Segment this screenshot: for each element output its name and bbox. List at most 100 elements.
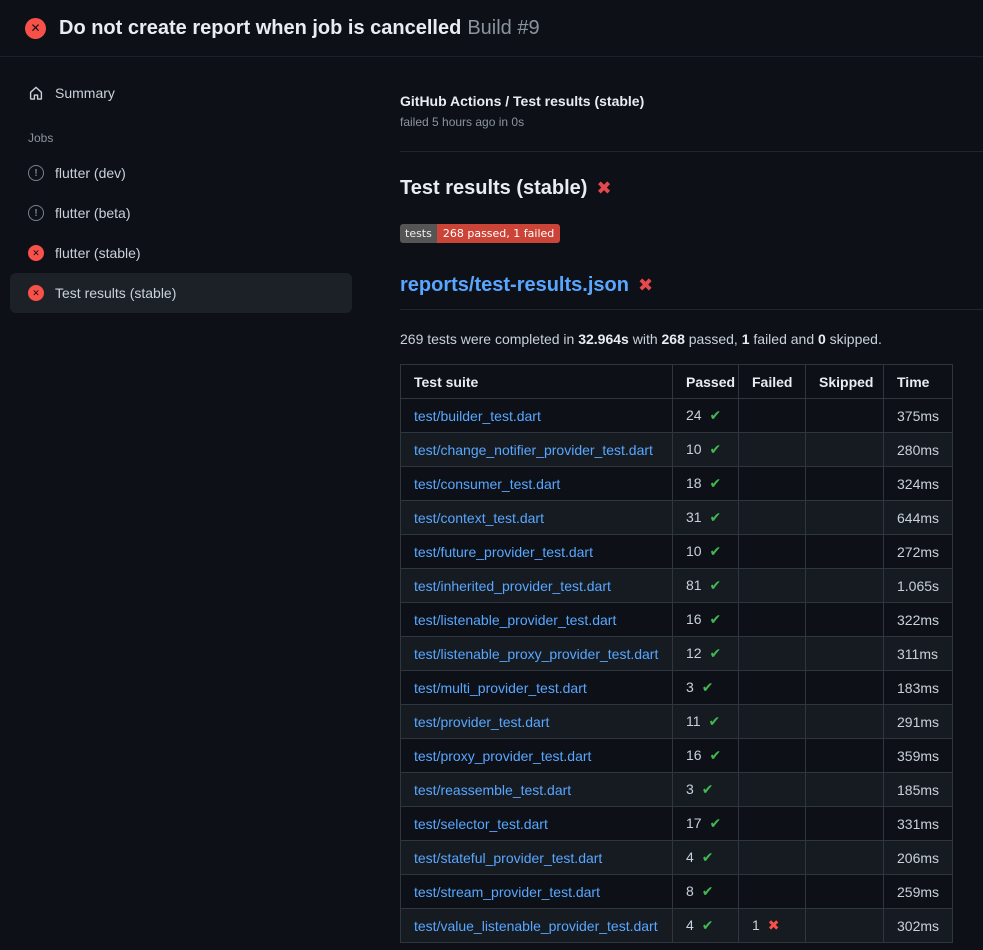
test-suite-link[interactable]: test/change_notifier_provider_test.dart [414, 442, 653, 458]
check-icon: ✔ [709, 407, 721, 423]
test-suite-link[interactable]: test/stream_provider_test.dart [414, 884, 600, 900]
col-header-failed: Failed [739, 365, 806, 399]
time-cell: 272ms [884, 535, 953, 569]
summary-text: with [629, 331, 662, 347]
sidebar-item-test-results-stable[interactable]: ✕ Test results (stable) [10, 273, 352, 313]
failed-cell [739, 603, 806, 637]
tests-badge: tests 268 passed, 1 failed [400, 224, 560, 243]
col-header-time: Time [884, 365, 953, 399]
time-cell: 644ms [884, 501, 953, 535]
suite-cell: test/future_provider_test.dart [401, 535, 673, 569]
passed-cell: 8 ✔ [673, 875, 739, 909]
time-cell: 375ms [884, 399, 953, 433]
sidebar-item-summary[interactable]: Summary [10, 73, 352, 113]
cross-icon: ✖ [768, 917, 780, 933]
suite-cell: test/inherited_provider_test.dart [401, 569, 673, 603]
table-row: test/listenable_proxy_provider_test.dart… [401, 637, 953, 671]
check-icon: ✔ [702, 917, 714, 933]
test-suite-link[interactable]: test/listenable_provider_test.dart [414, 612, 616, 628]
test-suite-link[interactable]: test/builder_test.dart [414, 408, 541, 424]
check-run-header: ✕ Do not create report when job is cance… [0, 0, 983, 57]
time-cell: 291ms [884, 705, 953, 739]
test-suite-link[interactable]: test/stateful_provider_test.dart [414, 850, 602, 866]
suite-cell: test/builder_test.dart [401, 399, 673, 433]
failed-cell [739, 467, 806, 501]
skipped-cell [806, 501, 884, 535]
skipped-cell [806, 637, 884, 671]
skipped-cell [806, 875, 884, 909]
sidebar-item-flutter-stable[interactable]: ✕ flutter (stable) [10, 233, 352, 273]
table-row: test/multi_provider_test.dart3 ✔183ms [401, 671, 953, 705]
test-suite-link[interactable]: test/proxy_provider_test.dart [414, 748, 591, 764]
skipped-cell [806, 467, 884, 501]
check-run-title: Do not create report when job is cancell… [59, 17, 461, 39]
test-suite-link[interactable]: test/context_test.dart [414, 510, 544, 526]
time-cell: 311ms [884, 637, 953, 671]
passed-cell: 4 ✔ [673, 841, 739, 875]
page-title: Do not create report when job is cancell… [59, 17, 540, 40]
table-row: test/stateful_provider_test.dart4 ✔206ms [401, 841, 953, 875]
summary-text: 269 tests were completed in [400, 331, 578, 347]
failed-cell [739, 399, 806, 433]
jobs-list: ! flutter (dev) ! flutter (beta) ✕ flutt… [0, 153, 400, 313]
skipped-cell [806, 909, 884, 943]
summary-skipped-count: 0 [818, 331, 826, 347]
skipped-cell [806, 671, 884, 705]
neutral-status-icon: ! [28, 205, 44, 221]
time-cell: 1.065s [884, 569, 953, 603]
failed-cell [739, 705, 806, 739]
passed-cell: 10 ✔ [673, 535, 739, 569]
skipped-cell [806, 773, 884, 807]
passed-cell: 4 ✔ [673, 909, 739, 943]
failed-cell [739, 739, 806, 773]
suite-cell: test/change_notifier_provider_test.dart [401, 433, 673, 467]
test-suite-link[interactable]: test/inherited_provider_test.dart [414, 578, 611, 594]
test-suite-link[interactable]: test/selector_test.dart [414, 816, 548, 832]
skipped-cell [806, 603, 884, 637]
test-suite-link[interactable]: test/provider_test.dart [414, 714, 549, 730]
section-title-text: Test results (stable) [400, 177, 587, 200]
sidebar-item-label: Test results (stable) [55, 285, 176, 301]
test-results-table: Test suite Passed Failed Skipped Time te… [400, 364, 953, 943]
check-icon: ✔ [709, 747, 721, 763]
section-title: Test results (stable) ✖ [400, 177, 983, 200]
test-suite-link[interactable]: test/multi_provider_test.dart [414, 680, 587, 696]
time-cell: 322ms [884, 603, 953, 637]
home-icon [28, 85, 44, 101]
time-cell: 359ms [884, 739, 953, 773]
suite-cell: test/selector_test.dart [401, 807, 673, 841]
test-suite-link[interactable]: test/value_listenable_provider_test.dart [414, 918, 658, 934]
suite-cell: test/stream_provider_test.dart [401, 875, 673, 909]
failed-cell [739, 501, 806, 535]
sidebar-item-flutter-beta[interactable]: ! flutter (beta) [10, 193, 352, 233]
failed-status-icon: ✕ [28, 285, 44, 301]
col-header-skipped: Skipped [806, 365, 884, 399]
check-icon: ✔ [709, 645, 721, 661]
col-header-passed: Passed [673, 365, 739, 399]
test-suite-link[interactable]: test/reassemble_test.dart [414, 782, 571, 798]
summary-text: failed and [750, 331, 819, 347]
table-row: test/value_listenable_provider_test.dart… [401, 909, 953, 943]
test-suite-link[interactable]: test/future_provider_test.dart [414, 544, 593, 560]
failed-cell [739, 671, 806, 705]
failed-cell [739, 807, 806, 841]
test-suite-link[interactable]: test/consumer_test.dart [414, 476, 560, 492]
passed-cell: 81 ✔ [673, 569, 739, 603]
suite-cell: test/stateful_provider_test.dart [401, 841, 673, 875]
failed-cell [739, 875, 806, 909]
suite-cell: test/consumer_test.dart [401, 467, 673, 501]
suite-cell: test/listenable_provider_test.dart [401, 603, 673, 637]
sidebar-item-flutter-dev[interactable]: ! flutter (dev) [10, 153, 352, 193]
passed-cell: 3 ✔ [673, 671, 739, 705]
badge-value: 268 passed, 1 failed [437, 224, 560, 243]
check-icon: ✔ [709, 543, 721, 559]
passed-cell: 24 ✔ [673, 399, 739, 433]
table-row: test/proxy_provider_test.dart16 ✔359ms [401, 739, 953, 773]
suite-cell: test/value_listenable_provider_test.dart [401, 909, 673, 943]
test-suite-link[interactable]: test/listenable_proxy_provider_test.dart [414, 646, 658, 662]
report-file-link[interactable]: reports/test-results.json [400, 274, 629, 297]
skipped-cell [806, 569, 884, 603]
time-cell: 280ms [884, 433, 953, 467]
suite-cell: test/context_test.dart [401, 501, 673, 535]
test-summary-line: 269 tests were completed in 32.964s with… [400, 331, 983, 347]
